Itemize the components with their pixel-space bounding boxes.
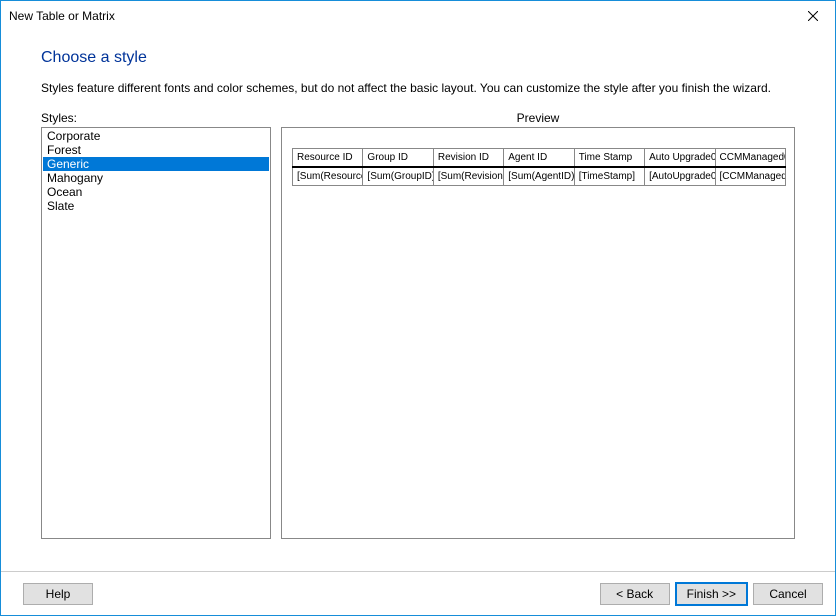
finish-button[interactable]: Finish >> bbox=[676, 583, 747, 605]
styles-listbox[interactable]: Corporate Forest Generic Mahogany Ocean … bbox=[41, 127, 271, 539]
footer: Help < Back Finish >> Cancel bbox=[1, 571, 835, 615]
help-button[interactable]: Help bbox=[23, 583, 93, 605]
back-button[interactable]: < Back bbox=[600, 583, 670, 605]
table-header: Group ID bbox=[363, 149, 433, 168]
preview-label: Preview bbox=[281, 111, 795, 125]
table-header: Revision ID bbox=[433, 149, 503, 168]
table-header-row: Resource ID Group ID Revision ID Agent I… bbox=[293, 149, 786, 168]
close-button[interactable] bbox=[790, 1, 835, 31]
table-header: Auto Upgrade0 bbox=[645, 149, 715, 168]
styles-label: Styles: bbox=[41, 111, 271, 125]
list-item[interactable]: Mahogany bbox=[43, 171, 269, 185]
table-cell: [Sum(AgentID)] bbox=[504, 167, 574, 186]
list-item[interactable]: Forest bbox=[43, 143, 269, 157]
table-cell: [Sum(GroupID)] bbox=[363, 167, 433, 186]
window-title: New Table or Matrix bbox=[9, 9, 115, 23]
table-cell: [CCMManaged0 bbox=[715, 167, 785, 186]
table-header: Agent ID bbox=[504, 149, 574, 168]
list-item[interactable]: Corporate bbox=[43, 129, 269, 143]
page-heading: Choose a style bbox=[41, 49, 795, 67]
preview-table: Resource ID Group ID Revision ID Agent I… bbox=[292, 148, 786, 186]
list-item[interactable]: Ocean bbox=[43, 185, 269, 199]
table-header: Time Stamp bbox=[574, 149, 644, 168]
table-header: CCMManaged0 bbox=[715, 149, 785, 168]
table-header: Resource ID bbox=[293, 149, 363, 168]
table-cell: [Sum(RevisionID bbox=[433, 167, 503, 186]
titlebar: New Table or Matrix bbox=[1, 1, 835, 31]
table-cell: [AutoUpgrade0] bbox=[645, 167, 715, 186]
table-row: [Sum(Resource [Sum(GroupID)] [Sum(Revisi… bbox=[293, 167, 786, 186]
cancel-button[interactable]: Cancel bbox=[753, 583, 823, 605]
preview-panel: Resource ID Group ID Revision ID Agent I… bbox=[281, 127, 795, 539]
table-cell: [Sum(Resource bbox=[293, 167, 363, 186]
list-item[interactable]: Generic bbox=[43, 157, 269, 171]
close-icon bbox=[808, 11, 818, 21]
page-description: Styles feature different fonts and color… bbox=[41, 81, 795, 95]
list-item[interactable]: Slate bbox=[43, 199, 269, 213]
table-cell: [TimeStamp] bbox=[574, 167, 644, 186]
content-area: Choose a style Styles feature different … bbox=[1, 31, 835, 539]
